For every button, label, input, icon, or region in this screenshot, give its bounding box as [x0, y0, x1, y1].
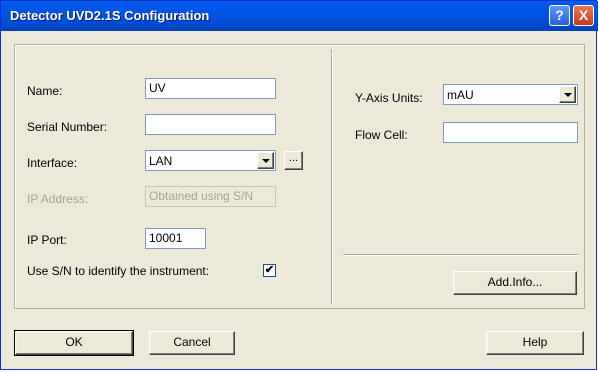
ip-address-label: IP Address: [27, 192, 89, 206]
use-sn-label: Use S/N to identify the instrument: [27, 264, 210, 278]
interface-browse-button[interactable]: ... [284, 151, 303, 170]
add-info-button[interactable]: Add.Info... [453, 271, 577, 295]
close-icon[interactable]: X [573, 5, 594, 26]
name-input[interactable]: UV [145, 78, 276, 99]
interface-label: Interface: [27, 156, 78, 170]
flow-cell-label: Flow Cell: [355, 128, 408, 142]
interface-value: LAN [149, 154, 173, 168]
ip-port-input[interactable]: 10001 [145, 228, 206, 249]
y-axis-units-dropdown[interactable]: mAU [443, 84, 578, 105]
ip-address-input: Obtained using S/N [145, 186, 276, 207]
title-bar[interactable]: Detector UVD2.1S Configuration ? X [1, 1, 598, 31]
ip-port-label: IP Port: [27, 233, 67, 247]
configuration-dialog: Detector UVD2.1S Configuration ? X Name:… [0, 0, 598, 370]
horizontal-divider [343, 254, 578, 256]
chevron-down-icon[interactable] [559, 86, 576, 103]
serial-number-label: Serial Number: [27, 120, 108, 134]
interface-dropdown[interactable]: LAN [145, 150, 276, 171]
vertical-divider [331, 49, 333, 304]
name-label: Name: [27, 84, 63, 98]
cancel-button[interactable]: Cancel [149, 331, 235, 355]
dialog-title: Detector UVD2.1S Configuration [10, 8, 210, 23]
help-button[interactable]: Help [486, 331, 584, 355]
use-sn-checkbox[interactable]: ✔ [263, 264, 276, 277]
y-axis-units-label: Y-Axis Units: [355, 91, 423, 105]
flow-cell-input[interactable] [443, 122, 578, 143]
ok-button[interactable]: OK [14, 330, 134, 356]
serial-number-input[interactable] [145, 114, 276, 135]
y-axis-units-value: mAU [447, 88, 474, 102]
help-icon[interactable]: ? [549, 5, 570, 26]
chevron-down-icon[interactable] [257, 152, 274, 169]
